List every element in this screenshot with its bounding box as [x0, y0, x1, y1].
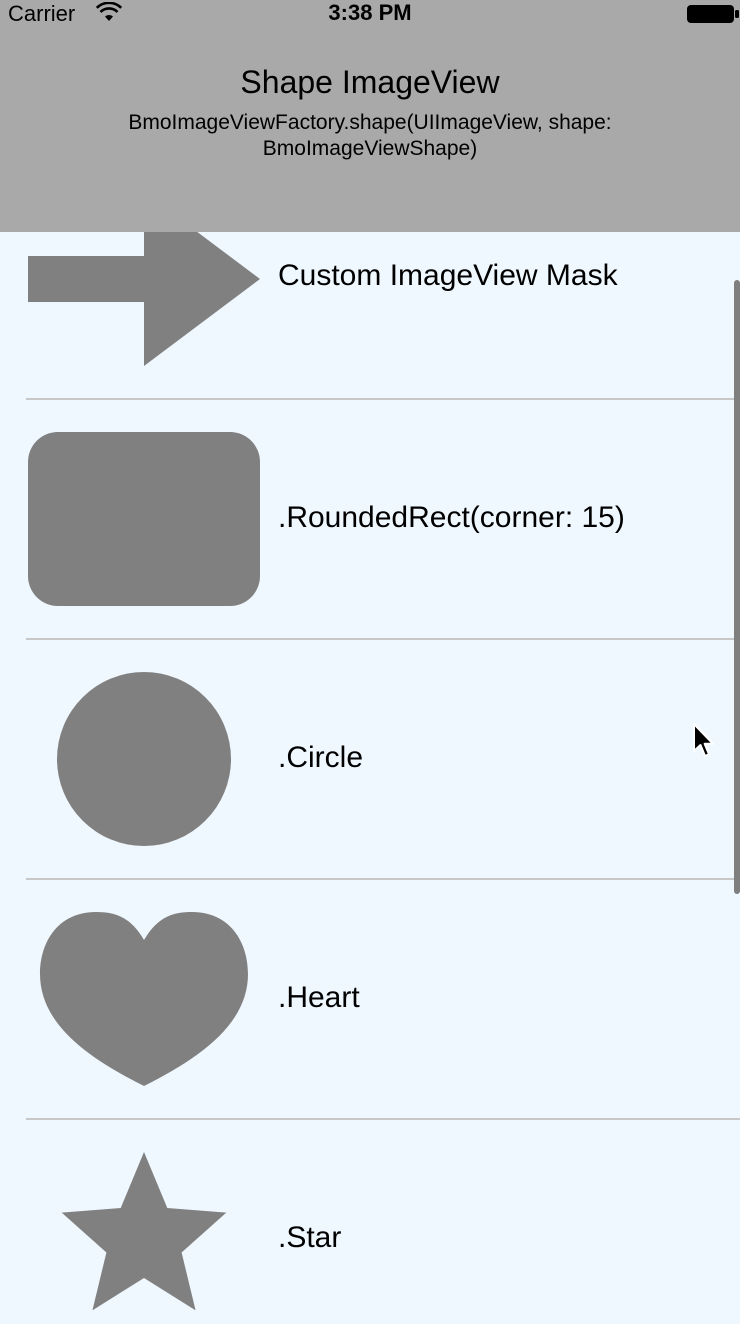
- table-row-rounded-rect[interactable]: .RoundedRect(corner: 15): [0, 399, 740, 639]
- star-shape-icon: [61, 1152, 227, 1311]
- status-bar: Carrier 3:38 PM: [0, 0, 740, 28]
- table-row-custom-mask[interactable]: Custom ImageView Mask: [0, 232, 740, 399]
- circle-shape-icon: [57, 672, 231, 846]
- row-label: .Star: [278, 1221, 342, 1254]
- table-row-heart[interactable]: .Heart: [0, 879, 740, 1119]
- shape-table[interactable]: Custom ImageView Mask .RoundedRect(corne…: [0, 232, 740, 1324]
- scroll-indicator[interactable]: [734, 280, 740, 894]
- row-label: .Heart: [278, 981, 360, 1014]
- page-subtitle: BmoImageViewFactory.shape(UIImageView, s…: [128, 111, 612, 160]
- heart-shape-icon: [40, 912, 248, 1086]
- page-title: Shape ImageView: [240, 64, 500, 100]
- row-label: .Circle: [278, 741, 364, 774]
- row-label: Custom ImageView Mask: [278, 259, 618, 292]
- table-row-circle[interactable]: .Circle: [0, 639, 740, 879]
- navigation-header: Carrier 3:38 PM Shape ImageView BmoImage…: [0, 0, 740, 232]
- status-time: 3:38 PM: [328, 0, 412, 25]
- arrow-shape-icon: [28, 232, 260, 366]
- row-label: .RoundedRect(corner: 15): [278, 501, 625, 534]
- battery-icon: [687, 5, 739, 23]
- mouse-cursor-icon: [693, 723, 714, 757]
- table-row-star[interactable]: .Star: [0, 1119, 740, 1324]
- rounded-rect-shape-icon: [28, 432, 260, 606]
